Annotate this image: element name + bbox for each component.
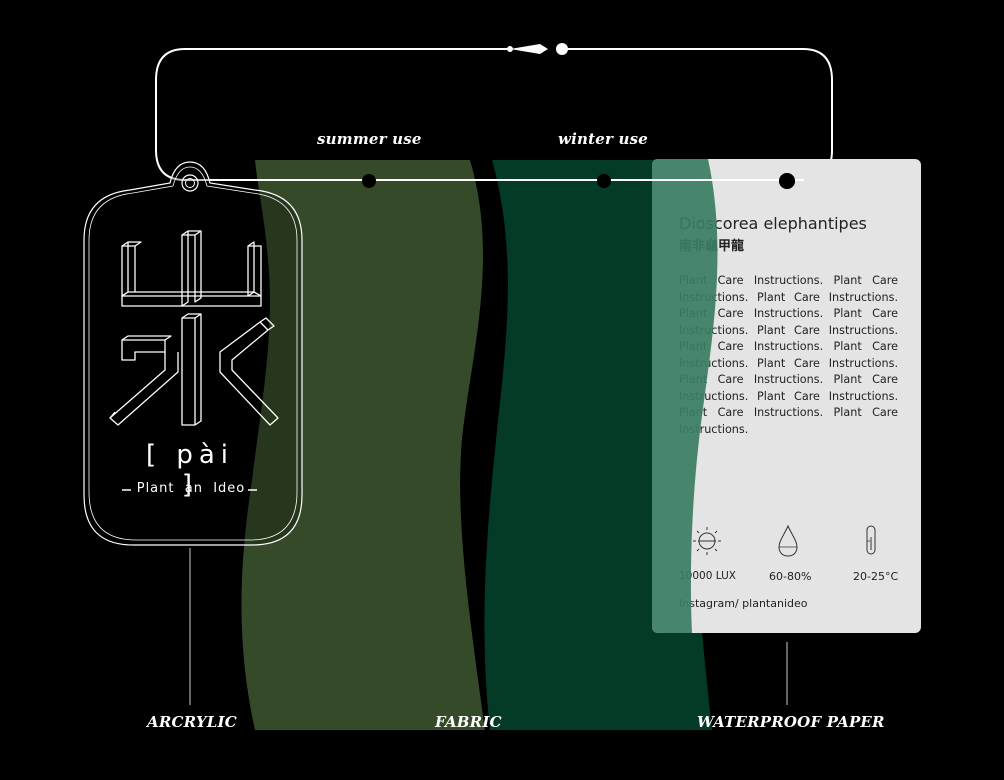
waterproof-paper-label: WATERPROOF PAPER (697, 713, 885, 731)
humidity-value: 60-80% (769, 570, 812, 583)
light-value: 10000 LUX (679, 570, 736, 582)
care-instructions: Plant Care Instructions. Plant Care Inst… (679, 274, 898, 436)
temperature-value: 20-25°C (853, 570, 899, 583)
winter-use-label: winter use (558, 130, 649, 148)
plant-name: Dioscorea elephantipes (679, 214, 867, 233)
winter-hole (597, 174, 611, 188)
loop-end (507, 46, 513, 52)
thermometer-icon (866, 525, 876, 555)
care-instruction-card: Dioscorea elephantipes 南非龜甲龍 Plant Care … (652, 159, 921, 633)
summer-hole (362, 174, 376, 188)
fabric-label: FABRIC (435, 713, 502, 731)
instagram-handle: Instagram/ plantanideo (679, 597, 808, 610)
tag-slogan: Plant an Ideo (136, 481, 246, 496)
water-drop-icon (778, 524, 798, 557)
plant-name-chinese: 南非龜甲龍 (679, 239, 745, 254)
card-hole (779, 173, 795, 189)
loop-clasp (510, 44, 548, 54)
acrylic-label: ARCRYLIC (147, 713, 237, 731)
sun-icon (693, 527, 721, 555)
summer-use-label: summer use (317, 130, 422, 148)
loop-bead (556, 43, 568, 55)
